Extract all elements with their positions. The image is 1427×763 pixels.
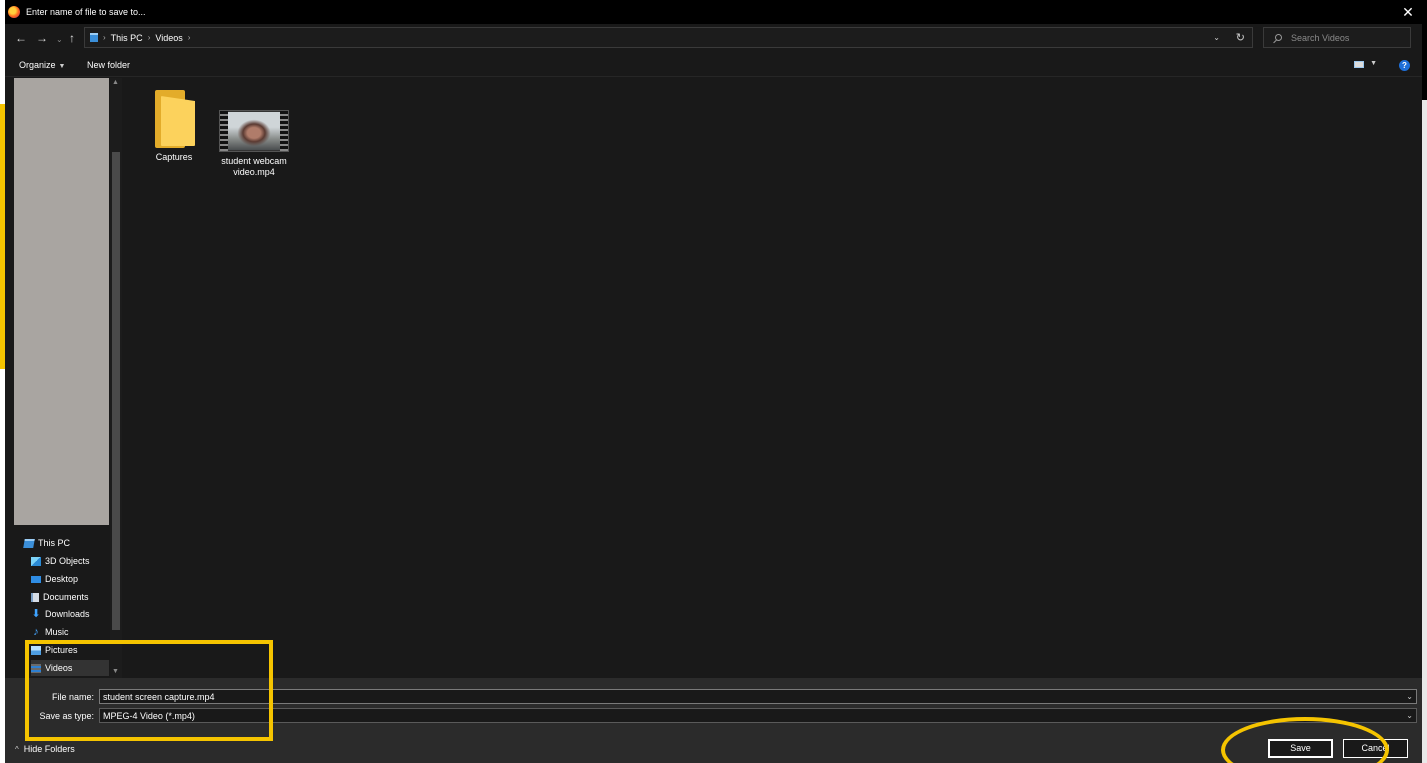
save-button[interactable]: Save [1268,739,1333,758]
chevron-down-icon[interactable]: ⌄ [1406,710,1413,722]
search-input[interactable] [1291,32,1401,43]
forward-arrow-icon[interactable]: → [36,32,48,44]
refresh-icon[interactable]: ↻ [1236,31,1245,44]
sidebar-item-pictures[interactable]: Pictures [31,642,78,658]
chevron-up-icon: ^ [15,745,19,754]
title-bar: Enter name of file to save to... ✕ [5,0,1422,24]
video-item-student-webcam[interactable]: student webcam video.mp4 [216,106,292,178]
sidebar-item-label: Videos [45,663,73,673]
search-icon [1275,34,1282,41]
file-name-value: student screen capture.mp4 [103,692,215,702]
address-dropdown-chevron-icon[interactable]: ⌄ [1213,33,1220,42]
video-thumbnail-icon [219,110,289,152]
save-as-type-label: Save as type: [39,711,94,721]
save-as-type-row: Save as type: MPEG-4 Video (*.mp4) ⌄ [5,708,1422,724]
help-icon[interactable]: ? [1399,60,1410,71]
command-toolbar: Organize ▼ New folder ▼ ? [5,53,1422,77]
folder-icon [153,90,195,148]
pictures-icon [31,645,41,655]
sidebar-item-label: Pictures [45,645,78,655]
sidebar-item-this-pc[interactable]: This PC [23,535,71,551]
sidebar-item-label: 3D Objects [45,556,90,566]
videos-icon [31,663,41,673]
file-name-input[interactable]: student screen capture.mp4 ⌄ [99,689,1417,704]
file-list-pane[interactable]: Captures student webcam video.mp4 [123,78,1422,678]
organize-label: Organize [19,60,56,70]
file-name-row: File name: student screen capture.mp4 ⌄ [5,689,1422,705]
change-view-icon[interactable] [1354,61,1364,68]
documents-icon [31,592,39,602]
new-folder-button[interactable]: New folder [87,60,130,70]
sidebar-item-videos[interactable]: Videos [31,660,109,676]
save-file-dialog: Enter name of file to save to... ✕ ← → ⌄… [5,0,1422,763]
this-pc-icon [90,33,98,42]
organize-button[interactable]: Organize ▼ [19,60,65,70]
cancel-button[interactable]: Cancel [1343,739,1408,758]
save-as-type-select[interactable]: MPEG-4 Video (*.mp4) ⌄ [99,708,1417,723]
sidebar-item-label: Documents [43,592,89,602]
music-icon: ♪ [33,626,39,638]
file-name-line-1: student webcam [221,156,287,166]
sidebar-item-label: Desktop [45,574,79,584]
navigation-pane-scrollbar[interactable]: ▲ ▼ [110,78,122,678]
sidebar-item-documents[interactable]: Documents [31,589,89,605]
hide-folders-button[interactable]: ^ Hide Folders [15,744,75,754]
desktop-icon [31,575,41,583]
breadcrumb-videos[interactable]: Videos [155,33,182,43]
breadcrumb-separator-icon[interactable]: › [188,33,191,42]
view-options-chevron-icon[interactable]: ▼ [1370,60,1377,67]
navigation-bar: ← → ⌄ ↑ › This PC › Videos › ⌄ ↻ [5,24,1422,53]
navigation-pane-upper-area [14,78,109,525]
sidebar-item-label: Music [45,627,69,637]
recent-locations-chevron-icon[interactable]: ⌄ [56,34,63,46]
sidebar-item-label: Downloads [45,609,90,619]
sidebar-item-desktop[interactable]: Desktop [31,571,78,587]
close-button[interactable]: ✕ [1400,4,1416,20]
dialog-footer: File name: student screen capture.mp4 ⌄ … [5,678,1422,763]
scroll-down-arrow-icon[interactable]: ▼ [112,668,119,675]
breadcrumb-this-pc[interactable]: This PC [111,33,143,43]
chevron-down-icon[interactable]: ⌄ [1406,691,1413,703]
scroll-up-arrow-icon[interactable]: ▲ [112,79,119,86]
window-title: Enter name of file to save to... [26,7,146,17]
3d-objects-icon [31,556,41,566]
back-arrow-icon[interactable]: ← [15,32,27,44]
file-name-label: student webcam video.mp4 [216,156,292,178]
file-name-label: File name: [51,692,94,702]
scrollbar-thumb[interactable] [112,152,120,630]
downloads-icon: ⬇ [31,608,41,620]
breadcrumb-separator-icon: › [147,33,151,42]
chevron-down-icon: ▼ [58,63,66,70]
search-box[interactable] [1263,27,1411,48]
hide-folders-label: Hide Folders [23,744,75,754]
sidebar-item-3d-objects[interactable]: 3D Objects [31,553,90,569]
save-as-type-value: MPEG-4 Video (*.mp4) [103,711,195,721]
breadcrumb-separator-icon: › [103,33,106,42]
sidebar-item-music[interactable]: ♪ Music [31,624,69,640]
address-bar[interactable]: › This PC › Videos › ⌄ ↻ [84,27,1253,48]
up-arrow-icon[interactable]: ↑ [69,32,75,44]
file-name-line-2: video.mp4 [233,167,275,177]
file-name-label: Captures [155,152,193,162]
sidebar-item-label: This PC [38,538,71,548]
folder-item-captures[interactable]: Captures [136,90,212,163]
navigation-pane: ▲ ▼ This PC 3D Objects Desktop Documents… [5,78,123,678]
sidebar-item-downloads[interactable]: ⬇ Downloads [31,606,90,622]
this-pc-icon [23,538,35,548]
firefox-app-icon [8,6,20,18]
